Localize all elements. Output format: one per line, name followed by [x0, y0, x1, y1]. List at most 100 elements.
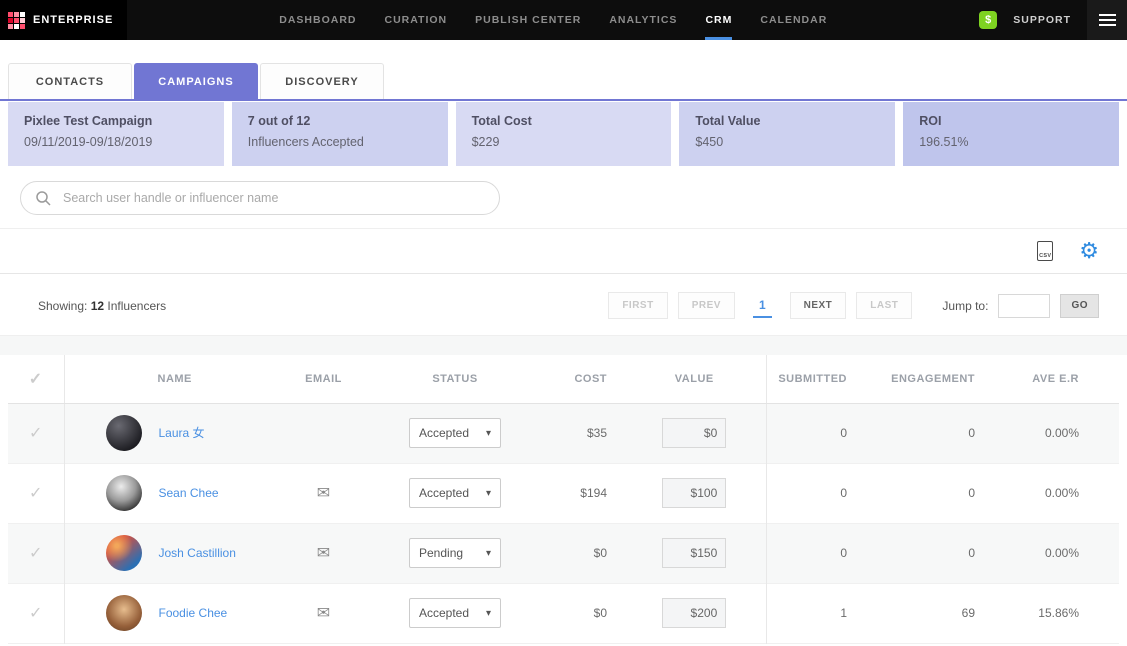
avatar[interactable] — [106, 475, 142, 511]
jump-to-input[interactable] — [998, 294, 1050, 318]
search-icon — [35, 190, 51, 206]
submitted-cell: 0 — [766, 523, 883, 583]
value-input[interactable] — [662, 598, 726, 628]
check-icon: ✓ — [29, 371, 43, 388]
value-input[interactable] — [662, 538, 726, 568]
tab-contacts[interactable]: CONTACTS — [8, 63, 132, 99]
cost-cell: $194 — [523, 463, 623, 523]
chevron-down-icon: ▾ — [486, 488, 491, 499]
row-check-icon[interactable]: ✓ — [29, 545, 42, 562]
avatar[interactable] — [106, 595, 142, 631]
prev-page-button[interactable]: PREV — [678, 292, 735, 319]
value-input[interactable] — [662, 418, 726, 448]
nav-right: $ SUPPORT — [979, 0, 1127, 40]
tab-discovery[interactable]: DISCOVERY — [260, 63, 384, 99]
avatar[interactable] — [106, 535, 142, 571]
first-page-button[interactable]: FIRST — [608, 292, 667, 319]
status-dropdown[interactable]: Accepted ▾ — [409, 418, 501, 448]
currency-badge[interactable]: $ — [979, 11, 997, 29]
cost-cell: $0 — [523, 523, 623, 583]
table-row: ✓ Foodie Chee ✉ Accepted ▾ $0 1 69 15.86… — [8, 583, 1119, 643]
row-check-icon[interactable]: ✓ — [29, 605, 42, 622]
hamburger-menu-icon[interactable] — [1087, 0, 1127, 40]
stat-title: Total Value — [695, 114, 879, 128]
nav-item-analytics[interactable]: ANALYTICS — [609, 0, 677, 40]
column-header-cost: COST — [523, 355, 623, 403]
influencer-name-link[interactable]: Josh Castillion — [159, 545, 236, 561]
pagination: FIRST PREV 1 NEXT LAST — [608, 292, 912, 319]
column-header-engagement: ENGAGEMENT — [883, 355, 1003, 403]
nav-item-publish-center[interactable]: PUBLISH CENTER — [475, 0, 581, 40]
chevron-down-icon: ▾ — [486, 428, 491, 439]
tab-bar: CONTACTS CAMPAIGNS DISCOVERY — [0, 63, 1127, 101]
search-box[interactable] — [20, 181, 500, 215]
column-header-name: NAME — [64, 355, 260, 403]
stat-total-cost: Total Cost $229 — [456, 102, 672, 166]
status-dropdown[interactable]: Pending ▾ — [409, 538, 501, 568]
stat-title: 7 out of 12 — [248, 114, 432, 128]
jump-to-label: Jump to: — [942, 299, 988, 313]
email-icon[interactable]: ✉ — [317, 605, 330, 622]
nav-item-crm[interactable]: CRM — [705, 0, 732, 40]
campaign-stats: Pixlee Test Campaign 09/11/2019-09/18/20… — [0, 102, 1127, 166]
column-header-status: STATUS — [387, 355, 523, 403]
status-dropdown[interactable]: Accepted ▾ — [409, 478, 501, 508]
avatar[interactable] — [106, 415, 142, 451]
stat-pixlee-test-campaign: Pixlee Test Campaign 09/11/2019-09/18/20… — [8, 102, 224, 166]
submitted-cell: 1 — [766, 583, 883, 643]
engagement-cell: 0 — [883, 403, 1003, 463]
nav-item-calendar[interactable]: CALENDAR — [760, 0, 827, 40]
ave-er-cell: 0.00% — [1003, 403, 1119, 463]
stat-roi: ROI 196.51% — [903, 102, 1119, 166]
select-all-header[interactable]: ✓ — [8, 355, 64, 403]
cost-cell: $35 — [523, 403, 623, 463]
brand-label: ENTERPRISE — [33, 14, 113, 26]
status-value: Pending — [419, 546, 463, 560]
search-input[interactable] — [61, 190, 485, 206]
cost-cell: $0 — [523, 583, 623, 643]
chevron-down-icon: ▾ — [486, 608, 491, 619]
support-link[interactable]: SUPPORT — [1013, 14, 1071, 26]
row-check-icon[interactable]: ✓ — [29, 425, 42, 442]
status-dropdown[interactable]: Accepted ▾ — [409, 598, 501, 628]
email-icon[interactable]: ✉ — [317, 485, 330, 502]
showing-count: Showing: 12 Influencers — [38, 299, 166, 313]
nav-item-dashboard[interactable]: DASHBOARD — [279, 0, 356, 40]
current-page[interactable]: 1 — [753, 294, 772, 318]
engagement-cell: 69 — [883, 583, 1003, 643]
status-value: Accepted — [419, 426, 469, 440]
brand[interactable]: ENTERPRISE — [0, 0, 127, 40]
last-page-button[interactable]: LAST — [856, 292, 912, 319]
go-button[interactable]: GO — [1060, 294, 1099, 318]
top-navbar: ENTERPRISE DASHBOARD CURATION PUBLISH CE… — [0, 0, 1127, 40]
row-check-icon[interactable]: ✓ — [29, 485, 42, 502]
status-value: Accepted — [419, 606, 469, 620]
next-page-button[interactable]: NEXT — [790, 292, 847, 319]
submitted-cell: 0 — [766, 463, 883, 523]
table-row: ✓ Sean Chee ✉ Accepted ▾ $194 0 0 0.00% — [8, 463, 1119, 523]
table-row: ✓ Laura 女 ✉ Accepted ▾ $35 0 0 0.00% — [8, 403, 1119, 463]
showing-label: Showing: — [38, 299, 87, 313]
influencer-name-link[interactable]: Sean Chee — [159, 485, 219, 501]
jump-to-group: Jump to: GO — [942, 294, 1099, 318]
email-icon[interactable]: ✉ — [317, 545, 330, 562]
chevron-down-icon: ▾ — [486, 548, 491, 559]
table-header-row: ✓ NAMEEMAILSTATUSCOSTVALUESUBMITTEDENGAG… — [8, 355, 1119, 403]
stat-value: $229 — [472, 135, 656, 149]
ave-er-cell: 0.00% — [1003, 463, 1119, 523]
gear-icon[interactable]: ⚙ — [1079, 240, 1099, 262]
tab-campaigns[interactable]: CAMPAIGNS — [134, 63, 258, 99]
ave-er-cell: 0.00% — [1003, 523, 1119, 583]
value-input[interactable] — [662, 478, 726, 508]
engagement-cell: 0 — [883, 463, 1003, 523]
status-value: Accepted — [419, 486, 469, 500]
main-nav: DASHBOARD CURATION PUBLISH CENTER ANALYT… — [127, 0, 979, 40]
stat-title: Pixlee Test Campaign — [24, 114, 208, 128]
table-row: ✓ Josh Castillion ✉ Pending ▾ $0 0 0 0.0… — [8, 523, 1119, 583]
nav-item-curation[interactable]: CURATION — [384, 0, 447, 40]
csv-export-icon[interactable]: CSV — [1037, 241, 1053, 261]
stat-7-out-of-12: 7 out of 12 Influencers Accepted — [232, 102, 448, 166]
influencer-name-link[interactable]: Laura 女 — [159, 425, 205, 441]
influencer-name-link[interactable]: Foodie Chee — [159, 605, 228, 621]
submitted-cell: 0 — [766, 403, 883, 463]
